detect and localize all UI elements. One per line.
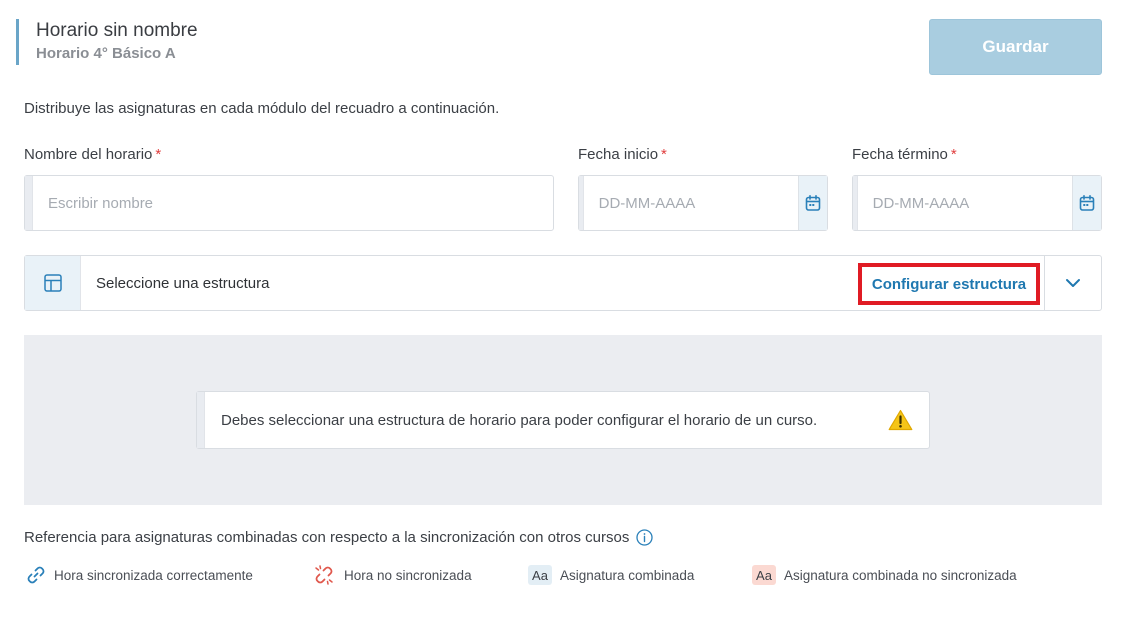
start-date-calendar-button[interactable] (797, 176, 827, 230)
reference-title: Referencia para asignaturas combinadas c… (24, 529, 653, 546)
structure-selector[interactable]: Seleccione una estructura Configurar est… (24, 255, 1102, 311)
schedule-area: Debes seleccionar una estructura de hora… (24, 335, 1102, 505)
info-button[interactable] (636, 529, 653, 546)
legend-label: Hora no sincronizada (344, 567, 472, 583)
end-date-calendar-button[interactable] (1071, 176, 1101, 230)
calendar-icon (805, 194, 821, 211)
instructions-text: Distribuye las asignaturas en cada módul… (24, 100, 500, 117)
start-date-input[interactable] (583, 176, 798, 230)
required-mark: * (661, 146, 667, 163)
page-title: Horario sin nombre (36, 20, 198, 41)
broken-link-icon (315, 565, 333, 585)
table-layout-icon (43, 274, 62, 292)
structure-icon-box (25, 256, 81, 310)
legend-label: Hora sincronizada correctamente (54, 567, 253, 583)
start-date-field (578, 175, 828, 231)
info-icon (636, 529, 653, 546)
legend-label: Asignatura combinada (560, 567, 695, 583)
legend-synced: Hora sincronizada correctamente (26, 565, 253, 585)
legend-label: Asignatura combinada no sincronizada (784, 567, 1017, 583)
calendar-icon (1079, 194, 1095, 211)
required-mark: * (950, 146, 957, 163)
alert-text: Debes seleccionar una estructura de hora… (221, 411, 818, 429)
legend-not-synced: Hora no sincronizada (314, 565, 472, 585)
end-date-label: Fecha término * (852, 146, 957, 163)
chevron-down-icon (1066, 279, 1080, 287)
configure-structure-link[interactable]: Configurar estructura (858, 263, 1040, 305)
save-button[interactable]: Guardar (929, 19, 1102, 75)
combined-badge: Aa (528, 565, 552, 585)
end-date-field (852, 175, 1102, 231)
name-input[interactable] (33, 176, 553, 230)
combined-not-synced-badge: Aa (752, 565, 776, 585)
structure-expand-button[interactable] (1044, 256, 1101, 310)
link-icon (27, 566, 45, 584)
legend-combined: Aa Asignatura combinada (528, 565, 694, 585)
warning-alert: Debes seleccionar una estructura de hora… (196, 391, 930, 449)
page-subtitle: Horario 4° Básico A (36, 45, 176, 62)
name-field (24, 175, 554, 231)
start-date-label: Fecha inicio * (578, 146, 667, 163)
warning-icon (888, 409, 913, 431)
legend-combined-not-synced: Aa Asignatura combinada no sincronizada (752, 565, 1017, 585)
required-mark: * (155, 146, 162, 163)
page-header: Horario sin nombre Horario 4° Básico A (16, 19, 198, 65)
name-field-label: Nombre del horario * (24, 146, 162, 163)
end-date-input[interactable] (857, 176, 1072, 230)
